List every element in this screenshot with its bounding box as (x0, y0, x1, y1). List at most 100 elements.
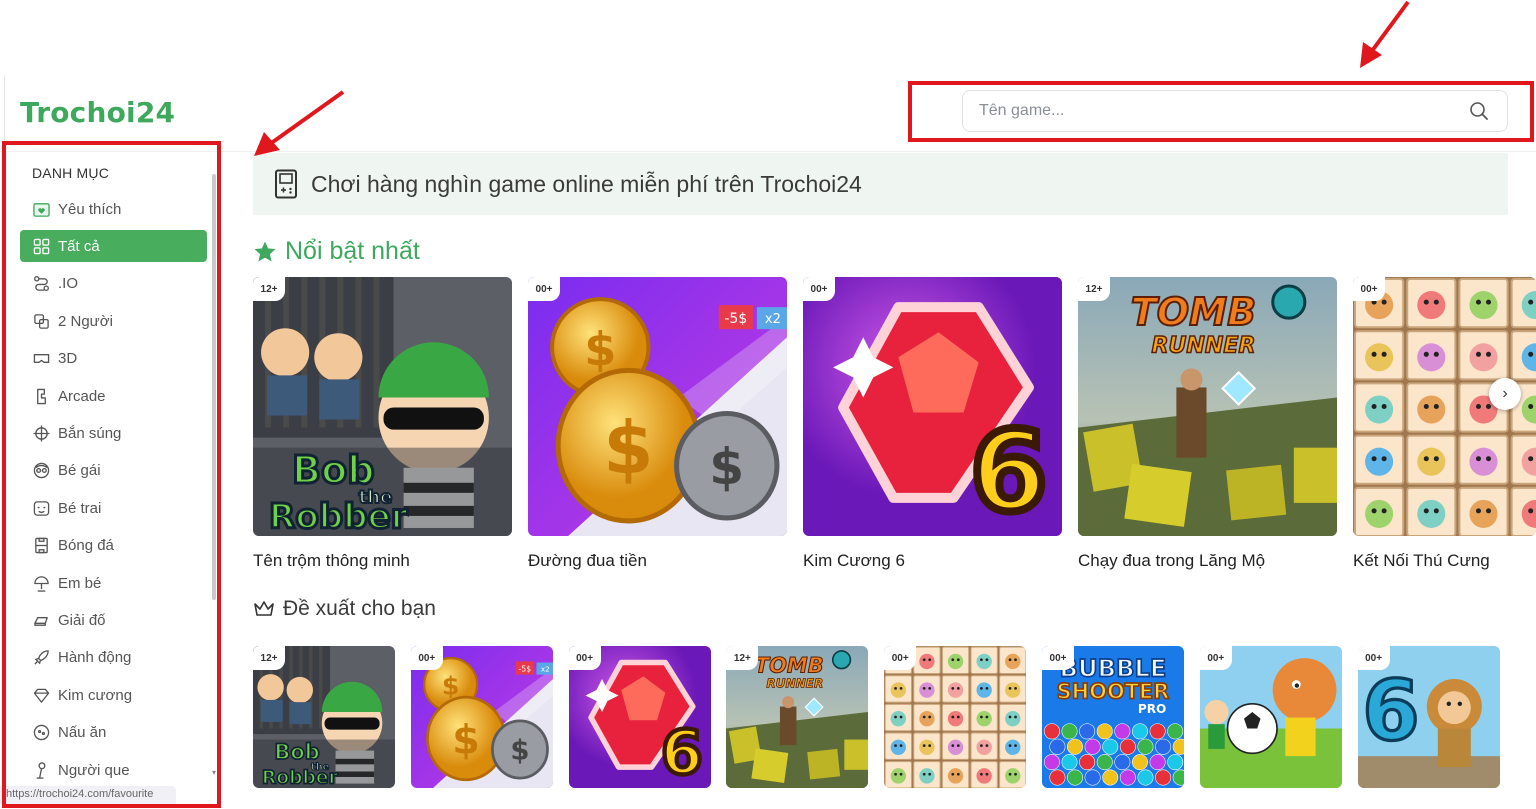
sidebar-item-baby[interactable]: Em bé (20, 567, 207, 599)
svg-text:x2: x2 (541, 664, 550, 673)
svg-text:BUBBLE: BUBBLE (1060, 654, 1167, 682)
sidebar-item-label: Bé trai (58, 499, 102, 517)
svg-text:TOMB: TOMB (755, 653, 824, 677)
featured-game-card[interactable]: 6 00+ Kim Cương 6 (803, 277, 1063, 577)
game-thumbnail[interactable]: Bob the Robber 12+ (253, 277, 512, 536)
featured-game-card[interactable]: TOMB RUNNER 12+ Chạy đua trong Lăng Mộ (1078, 277, 1338, 577)
game-thumbnail[interactable]: 6 00+ (1357, 646, 1500, 788)
welcome-banner: Chơi hàng nghìn game online miễn phí trê… (253, 153, 1508, 215)
sidebar-scrollbar[interactable] (212, 174, 216, 600)
sidebar-item-label: 3D (58, 350, 78, 368)
sidebar-item-cooking[interactable]: Nấu ăn (20, 717, 207, 749)
girl-face-icon (32, 462, 50, 480)
game-title[interactable]: Chạy đua trong Lăng Mộ (1078, 551, 1265, 571)
recommend-section-title: Đề xuất cho bạn (253, 597, 436, 621)
recommended-game-card[interactable]: 6 00+ (568, 646, 711, 788)
recommend-title-text: Đề xuất cho bạn (283, 597, 436, 620)
annotation-arrow-banner (254, 90, 345, 156)
sidebar-item-arcade[interactable]: Arcade (20, 380, 207, 412)
svg-text:RUNNER: RUNNER (1152, 333, 1256, 358)
site-logo[interactable]: Trochoi24 (20, 96, 175, 129)
sidebar-item-label: Tất cả (58, 237, 100, 255)
search-box[interactable] (962, 90, 1508, 132)
sidebar-item-crosshair[interactable]: Bắn súng (20, 417, 207, 449)
game-thumbnail[interactable]: -5$ x2 $ $ $ 00+ (410, 646, 553, 788)
sidebar-item-vr-headset[interactable]: 3D (20, 343, 207, 375)
diamond-icon (32, 686, 50, 704)
age-rating-badge: 00+ (1353, 277, 1385, 301)
svg-text:TOMB: TOMB (1131, 290, 1256, 334)
recommended-game-card[interactable]: Bob the Robber 12+ (253, 646, 395, 788)
sidebar-item-two-squares[interactable]: 2 Người (20, 305, 207, 337)
svg-text:$: $ (442, 671, 460, 700)
game-thumbnail[interactable]: 6 00+ (803, 277, 1062, 536)
featured-game-card[interactable]: Bob the Robber 12+ Tên trộm thông minh (253, 277, 513, 577)
window-edge (4, 75, 5, 145)
age-rating-badge: 00+ (1042, 646, 1074, 670)
sidebar-item-grid[interactable]: Tất cả (20, 230, 207, 263)
sidebar-item-soccer-field[interactable]: Bóng đá (20, 530, 207, 562)
recommended-game-card[interactable]: BUBBLE SHOOTER PRO 00+ (1042, 646, 1184, 788)
sidebar-item-label: Bóng đá (58, 537, 114, 555)
heart-folder-icon (32, 200, 50, 218)
sidebar-item-label: Giải đố (58, 611, 106, 629)
game-thumbnail[interactable]: TOMB RUNNER 12+ (726, 646, 869, 788)
game-thumbnail[interactable]: 00+ (1199, 646, 1342, 788)
recommended-game-card[interactable]: 00+ (884, 646, 1027, 788)
featured-game-card[interactable]: 00+ Kết Nối Thú Cưng (1353, 277, 1536, 577)
baby-icon (32, 574, 50, 592)
svg-text:-5$: -5$ (724, 311, 747, 327)
svg-text:PRO: PRO (1138, 702, 1166, 716)
sidebar-item-girl-face[interactable]: Bé gái (20, 455, 207, 487)
game-thumbnail[interactable]: TOMB RUNNER 12+ (1078, 277, 1337, 536)
boy-face-icon (32, 499, 50, 517)
svg-text:6: 6 (970, 409, 1047, 536)
game-title[interactable]: Kim Cương 6 (803, 551, 905, 571)
game-title[interactable]: Kết Nối Thú Cưng (1353, 551, 1490, 571)
sidebar-item-label: Người que (58, 761, 130, 779)
game-title[interactable]: Đường đua tiền (528, 551, 647, 571)
game-thumbnail[interactable]: BUBBLE SHOOTER PRO 00+ (1042, 646, 1184, 788)
svg-text:Robber: Robber (269, 497, 408, 536)
recommended-game-card[interactable]: 6 00+ (1357, 646, 1500, 788)
recommended-game-card[interactable]: 00+ (1199, 646, 1342, 788)
sidebar-item-stickman[interactable]: Người que (20, 754, 207, 786)
game-thumbnail[interactable]: Bob the Robber 12+ (253, 646, 395, 788)
route-icon (32, 275, 50, 293)
game-thumbnail[interactable]: 6 00+ (568, 646, 711, 788)
search-icon[interactable] (1469, 101, 1489, 121)
sidebar-item-boy-face[interactable]: Bé trai (20, 492, 207, 524)
status-bar-url: https://trochoi24.com/favourite (0, 786, 176, 804)
age-rating-badge: 00+ (410, 646, 443, 670)
sidebar-item-heart-folder[interactable]: Yêu thích (20, 193, 207, 225)
cooking-icon (32, 724, 50, 742)
stickman-icon (32, 761, 50, 779)
gamepad-icon (275, 169, 297, 199)
recommended-game-card[interactable]: -5$ x2 $ $ $ 00+ (410, 646, 553, 788)
carousel-next-button[interactable]: › (1489, 378, 1521, 410)
sidebar-item-label: Hành động (58, 649, 132, 667)
rocket-icon (32, 649, 50, 667)
svg-text:$: $ (709, 437, 744, 496)
sidebar-item-rocket[interactable]: Hành động (20, 642, 207, 674)
svg-text:RUNNER: RUNNER (767, 676, 824, 690)
sidebar-item-route[interactable]: .IO (20, 268, 207, 300)
sidebar-item-puzzle[interactable]: Giải đố (20, 604, 207, 636)
svg-text:$: $ (603, 407, 653, 491)
sidebar-item-label: Bắn súng (58, 424, 122, 442)
crown-icon (254, 601, 274, 616)
sidebar-item-label: Arcade (58, 387, 106, 405)
featured-game-card[interactable]: -5$ x2 $ $ $ 00+ Đường đua tiền (528, 277, 788, 577)
crosshair-icon (32, 424, 50, 442)
search-input[interactable] (963, 91, 1453, 131)
recommended-game-card[interactable]: TOMB RUNNER 12+ (726, 646, 869, 788)
game-thumbnail[interactable]: 00+ (884, 646, 1027, 788)
featured-section-title: Nổi bật nhất (253, 237, 420, 266)
sidebar-item-diamond[interactable]: Kim cương (20, 679, 207, 711)
puzzle-icon (32, 611, 50, 629)
game-title[interactable]: Tên trộm thông minh (253, 551, 410, 571)
banner-text: Chơi hàng nghìn game online miễn phí trê… (311, 170, 862, 197)
scroll-down-arrow-icon[interactable]: ▾ (212, 768, 216, 777)
arcade-icon (32, 387, 50, 405)
game-thumbnail[interactable]: -5$ x2 $ $ $ 00+ (528, 277, 787, 536)
